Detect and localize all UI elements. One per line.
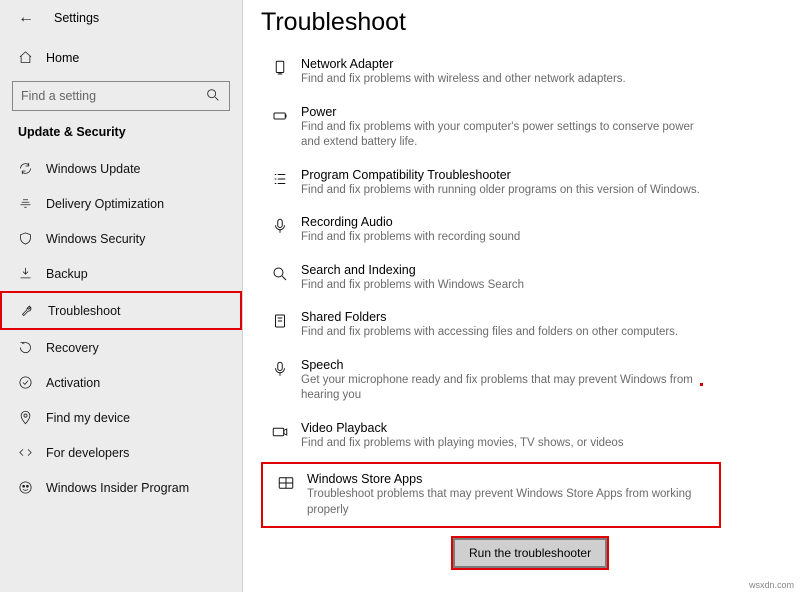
code-icon (18, 445, 40, 460)
network-icon (267, 57, 293, 77)
sidebar-item-label: Windows Update (46, 162, 141, 176)
ts-title: Program Compatibility Troubleshooter (301, 168, 700, 182)
sidebar-item-label: Activation (46, 376, 100, 390)
back-button[interactable]: ← (18, 10, 32, 26)
sidebar-item-activation[interactable]: Activation (0, 365, 242, 400)
ts-title: Speech (301, 358, 711, 372)
ts-desc: Find and fix problems with Windows Searc… (301, 278, 524, 294)
sidebar-item-windows-insider[interactable]: Windows Insider Program (0, 470, 242, 505)
recovery-icon (18, 340, 40, 355)
sidebar-category: Update & Security (0, 125, 242, 151)
search-box[interactable] (12, 81, 230, 111)
sidebar-item-find-my-device[interactable]: Find my device (0, 400, 242, 435)
insider-icon (18, 480, 40, 495)
ts-item-power[interactable]: PowerFind and fix problems with your com… (261, 99, 721, 157)
ts-item-speech[interactable]: SpeechGet your microphone ready and fix … (261, 352, 721, 410)
sidebar-item-label: Delivery Optimization (46, 197, 164, 211)
update-icon (18, 161, 40, 176)
sidebar-item-windows-security[interactable]: Windows Security (0, 221, 242, 256)
home-label: Home (46, 51, 79, 65)
ts-item-shared-folders[interactable]: Shared FoldersFind and fix problems with… (261, 304, 721, 347)
mic-icon (267, 215, 293, 235)
video-icon (267, 421, 293, 441)
ts-item-windows-store-apps[interactable]: Windows Store AppsTroubleshoot problems … (261, 462, 721, 528)
ts-desc: Find and fix problems with accessing fil… (301, 325, 678, 341)
run-troubleshooter-button[interactable]: Run the troubleshooter (453, 538, 607, 568)
sidebar-item-for-developers[interactable]: For developers (0, 435, 242, 470)
sidebar-home[interactable]: Home (0, 42, 242, 73)
search-icon (205, 87, 221, 106)
sidebar-item-recovery[interactable]: Recovery (0, 330, 242, 365)
ts-desc: Get your microphone ready and fix proble… (301, 373, 711, 404)
ts-desc: Find and fix problems with wireless and … (301, 72, 626, 88)
ts-title: Windows Store Apps (307, 472, 709, 486)
ts-item-video-playback[interactable]: Video PlaybackFind and fix problems with… (261, 415, 721, 458)
sidebar-item-label: Find my device (46, 411, 130, 425)
sidebar: ← Settings Home Update & Security Window… (0, 0, 243, 592)
ts-title: Power (301, 105, 711, 119)
ts-item-recording-audio[interactable]: Recording AudioFind and fix problems wit… (261, 209, 721, 252)
power-icon (267, 105, 293, 125)
sidebar-item-troubleshoot[interactable]: Troubleshoot (0, 291, 242, 330)
ts-title: Recording Audio (301, 215, 520, 229)
sidebar-item-label: Troubleshoot (48, 304, 121, 318)
ts-desc: Find and fix problems with playing movie… (301, 436, 624, 452)
wrench-icon (20, 303, 42, 318)
list-icon (267, 168, 293, 188)
content-pane: Troubleshoot Network AdapterFind and fix… (243, 0, 800, 592)
delivery-icon (18, 196, 40, 211)
search-icon (267, 263, 293, 283)
sidebar-item-label: Recovery (46, 341, 99, 355)
search-input[interactable] (21, 89, 205, 103)
sidebar-item-label: Windows Security (46, 232, 145, 246)
sidebar-item-label: For developers (46, 446, 129, 460)
ts-item-program-compatibility[interactable]: Program Compatibility TroubleshooterFind… (261, 162, 721, 205)
ts-title: Search and Indexing (301, 263, 524, 277)
location-icon (18, 410, 40, 425)
sidebar-item-windows-update[interactable]: Windows Update (0, 151, 242, 186)
ts-desc: Troubleshoot problems that may prevent W… (307, 487, 709, 518)
shield-icon (18, 231, 40, 246)
ts-title: Video Playback (301, 421, 624, 435)
sidebar-item-label: Windows Insider Program (46, 481, 189, 495)
backup-icon (18, 266, 40, 281)
watermark: wsxdn.com (749, 580, 794, 590)
ts-item-search-indexing[interactable]: Search and IndexingFind and fix problems… (261, 257, 721, 300)
ts-desc: Find and fix problems with your computer… (301, 120, 711, 151)
ts-title: Shared Folders (301, 310, 678, 324)
page-title: Troubleshoot (261, 8, 800, 37)
sidebar-item-backup[interactable]: Backup (0, 256, 242, 291)
sidebar-item-delivery-optimization[interactable]: Delivery Optimization (0, 186, 242, 221)
store-icon (273, 472, 299, 492)
annotation-dot (700, 383, 703, 386)
ts-item-network-adapter[interactable]: Network AdapterFind and fix problems wit… (261, 51, 721, 94)
mic-icon (267, 358, 293, 378)
check-circle-icon (18, 375, 40, 390)
settings-header: ← Settings (0, 0, 242, 38)
ts-desc: Find and fix problems with running older… (301, 183, 700, 199)
home-icon (18, 50, 40, 65)
troubleshoot-list: Network AdapterFind and fix problems wit… (261, 51, 800, 528)
app-title: Settings (54, 11, 99, 25)
sidebar-item-label: Backup (46, 267, 88, 281)
ts-desc: Find and fix problems with recording sou… (301, 230, 520, 246)
ts-title: Network Adapter (301, 57, 626, 71)
folder-icon (267, 310, 293, 330)
